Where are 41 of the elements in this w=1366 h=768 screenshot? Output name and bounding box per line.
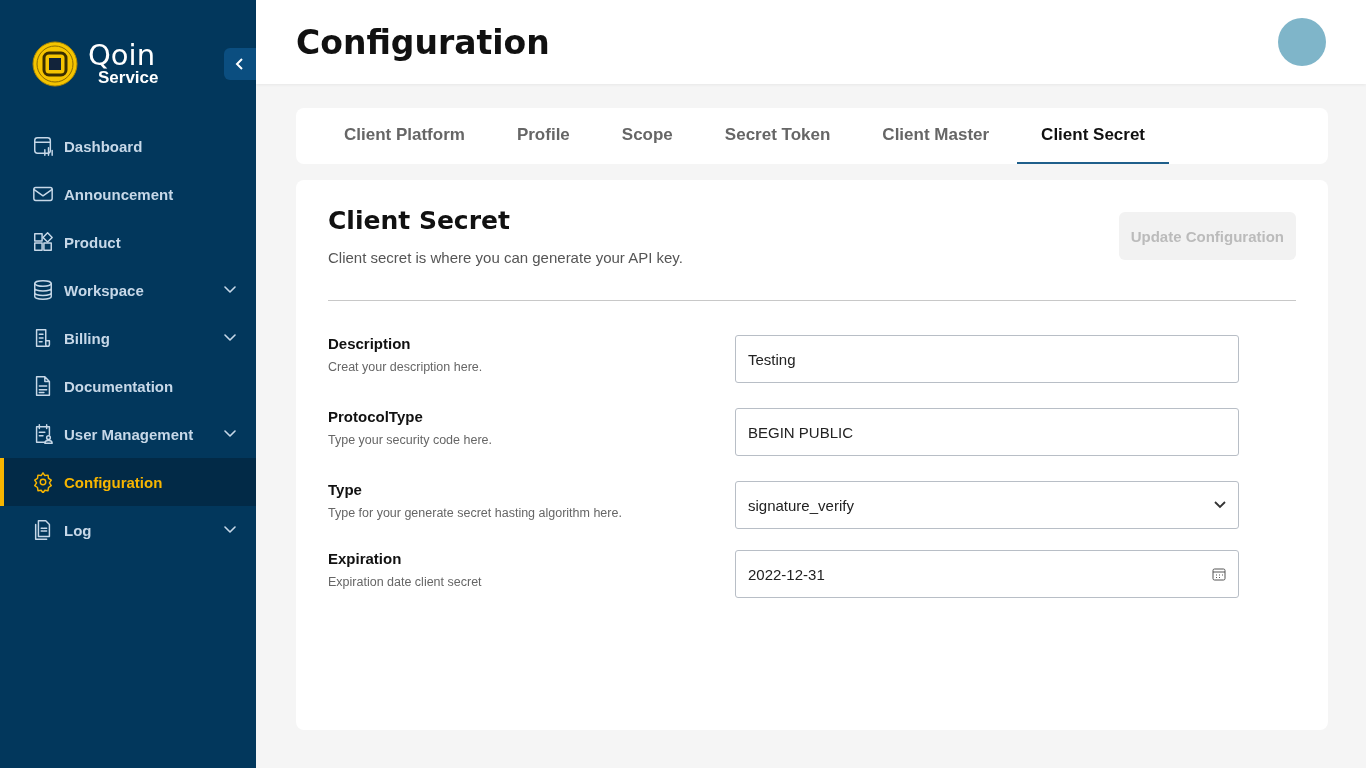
field-hint: Expiration date client secret: [328, 574, 483, 591]
sidebar-item[interactable]: Workspace: [0, 266, 256, 314]
logo-icon: [32, 41, 78, 87]
input-field[interactable]: Testing: [735, 335, 1239, 383]
tab[interactable]: Client Master: [858, 108, 1014, 164]
sidebar-item[interactable]: Announcement: [0, 170, 256, 218]
sidebar-item[interactable]: Billing: [0, 314, 256, 362]
dashboard-icon: [32, 135, 54, 157]
sidebar-item[interactable]: Product: [0, 218, 256, 266]
field-hint: Type your security code here.: [328, 432, 493, 449]
blocks-icon: [32, 231, 54, 253]
tab[interactable]: Client Secret: [1017, 108, 1170, 164]
sidebar-item[interactable]: User Management: [0, 410, 256, 458]
field-label: Expiration: [328, 550, 403, 567]
select-field[interactable]: signature_verify: [735, 481, 1239, 529]
chevron-down-icon: [1214, 501, 1226, 509]
input-field[interactable]: BEGIN PUBLIC: [735, 408, 1239, 456]
field-label: Type: [328, 481, 363, 498]
sidebar-item[interactable]: Documentation: [0, 362, 256, 410]
sidebar-item[interactable]: Dashboard: [0, 122, 256, 170]
calendar-icon: [1212, 567, 1226, 581]
sidebar-item[interactable]: Configuration: [0, 458, 256, 506]
collapse-button[interactable]: [224, 48, 256, 80]
field-label: ProtocolType: [328, 408, 424, 425]
logo-subtitle: Service: [98, 69, 159, 87]
field-label: Description: [328, 335, 412, 352]
tab[interactable]: Scope: [597, 108, 697, 164]
tab[interactable]: Profile: [492, 108, 594, 164]
gear-icon: [32, 471, 54, 493]
card-title: Client Secret: [328, 206, 511, 235]
chevron-left-icon: [235, 58, 245, 70]
field-hint: Type for your generate secret hasting algorithm here.: [328, 505, 623, 522]
page-title: Configuration: [296, 22, 550, 62]
tab[interactable]: Secret Token: [700, 108, 855, 164]
card-description: Client secret is where you can generate your API key.: [328, 249, 683, 266]
field-hint: Creat your description here.: [328, 359, 484, 376]
sidebar-item[interactable]: Log: [0, 506, 256, 554]
date-field[interactable]: 2022-12-31: [735, 550, 1239, 598]
database-icon: [32, 279, 54, 301]
tab[interactable]: Client Platform: [320, 108, 489, 164]
logo-title: Qoin: [88, 41, 155, 69]
